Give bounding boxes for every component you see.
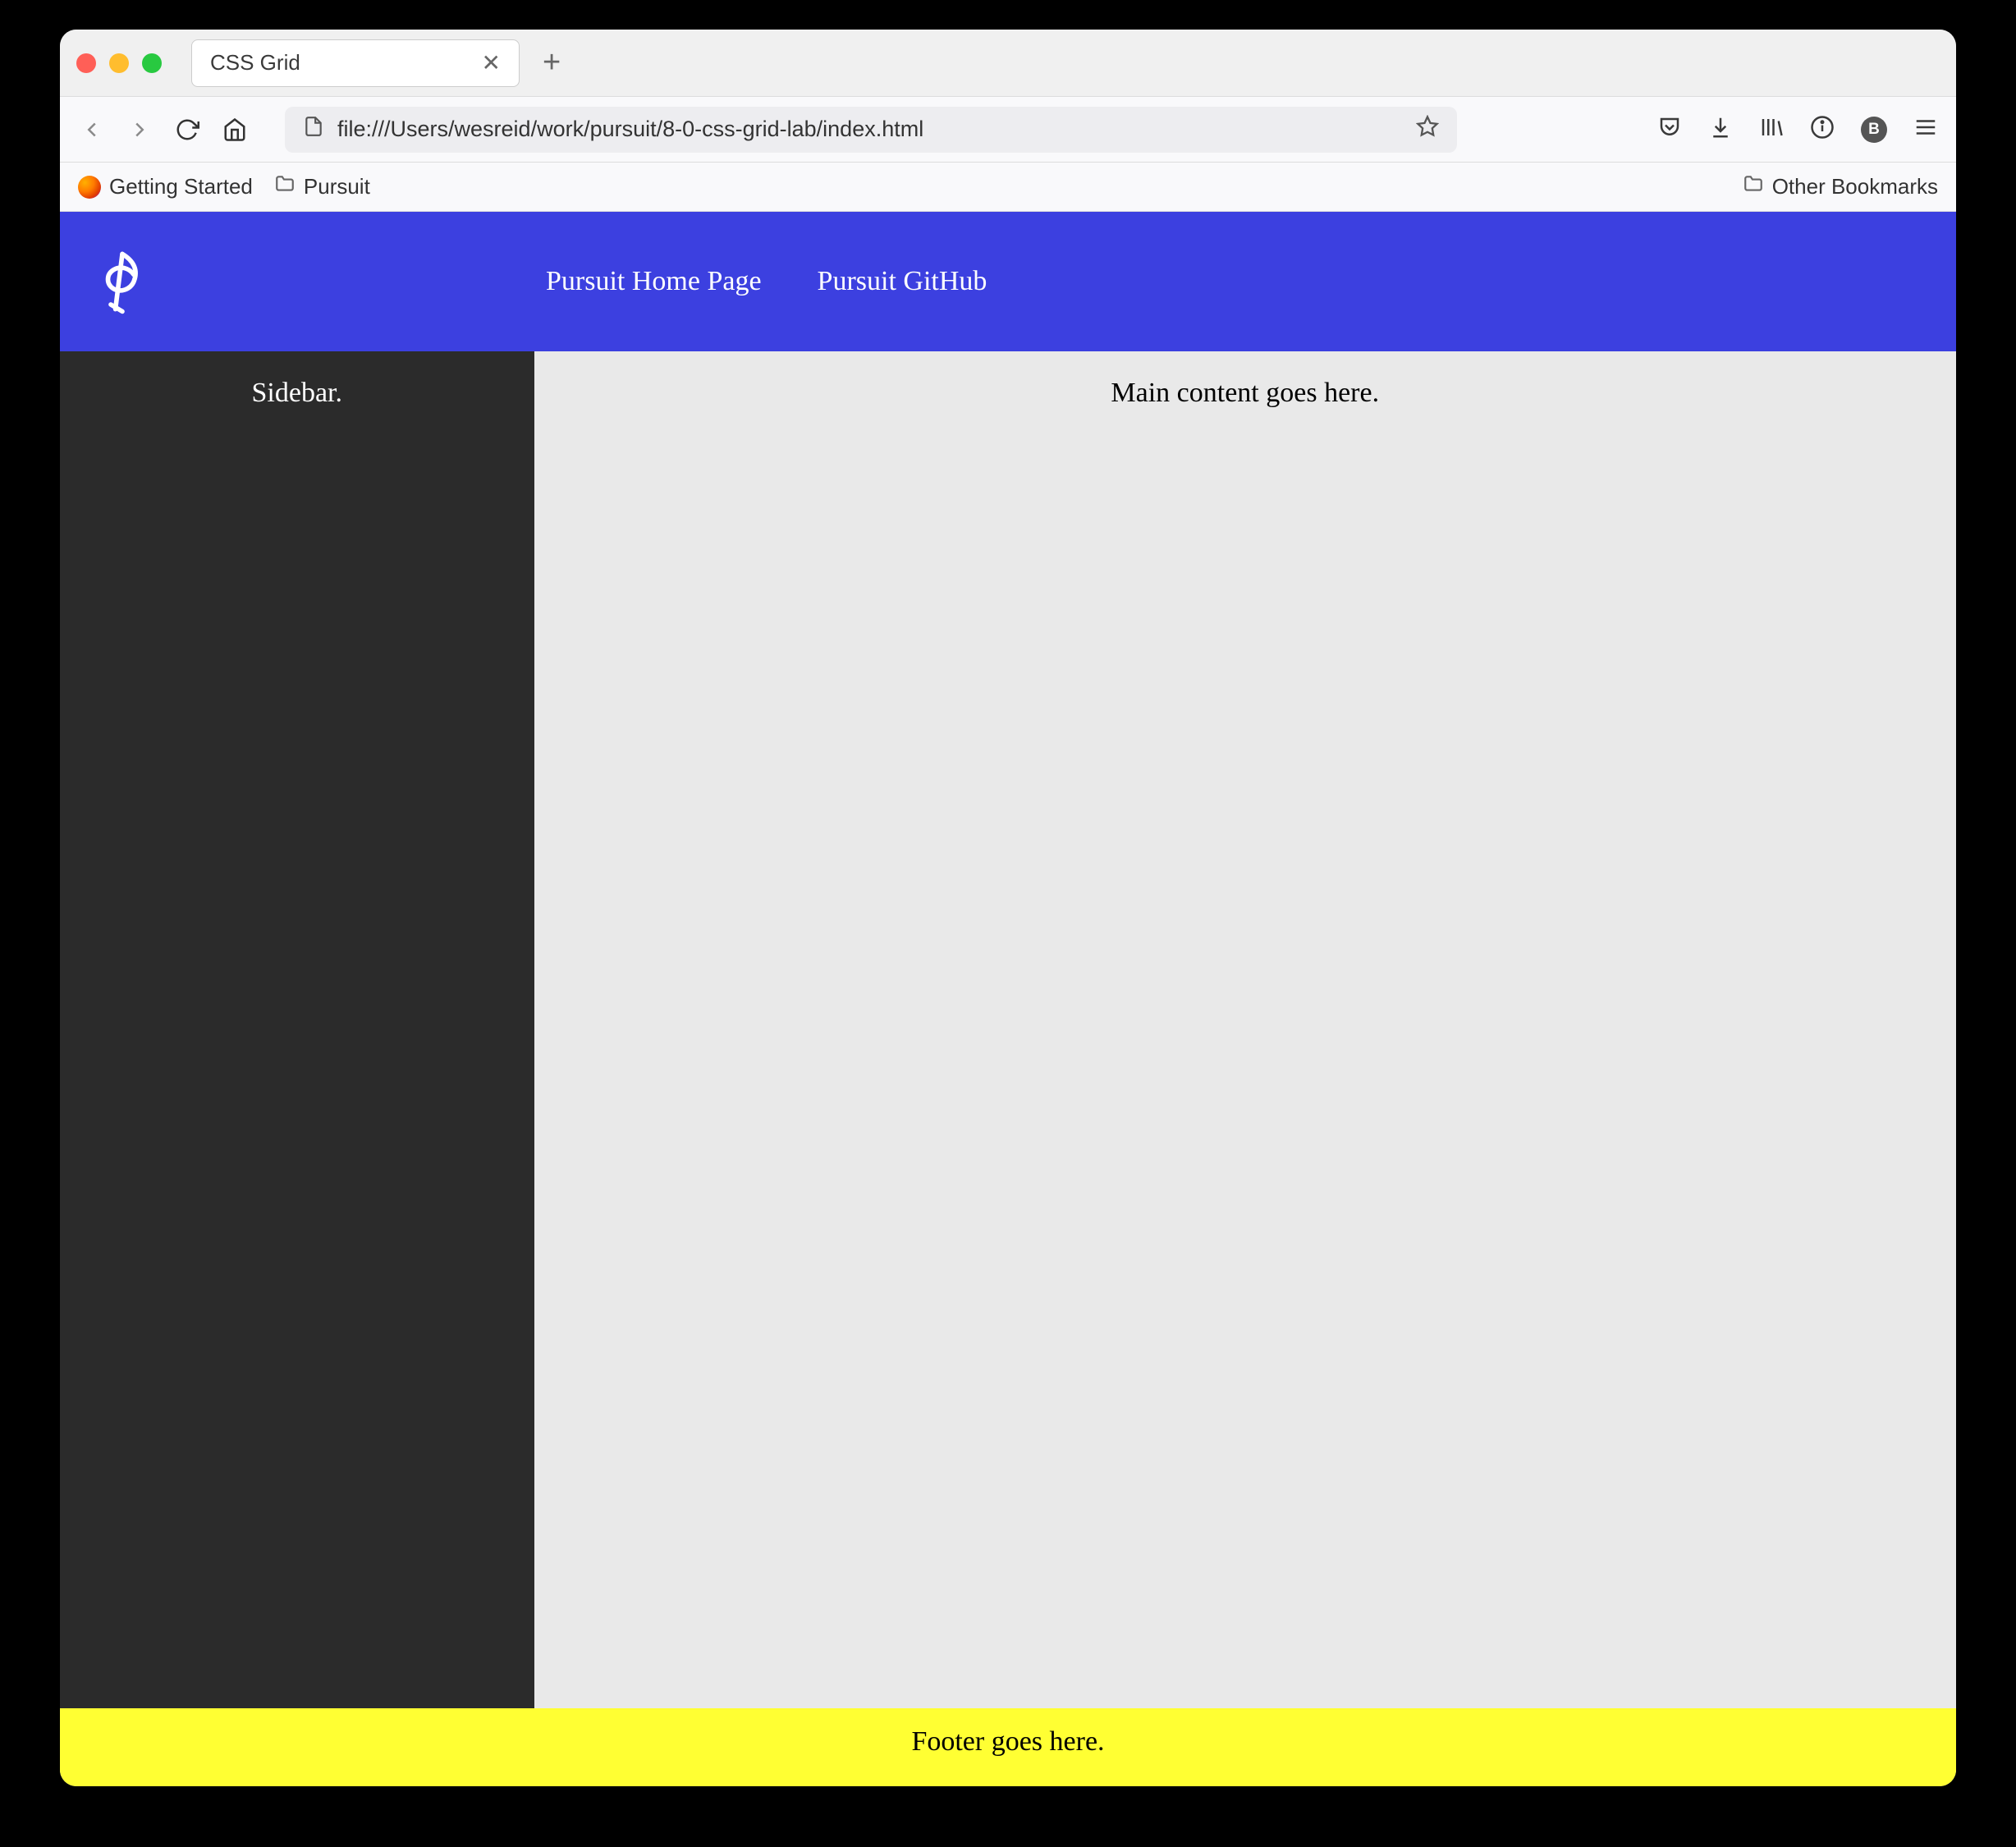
forward-button[interactable] (126, 116, 153, 144)
close-tab-icon[interactable]: ✕ (482, 49, 501, 76)
avatar-initial: B (1868, 121, 1880, 139)
bookmarks-bar: Getting Started Pursuit Other Bookmarks (60, 163, 1956, 212)
bookmark-label: Other Bookmarks (1772, 174, 1938, 199)
browser-tab[interactable]: CSS Grid ✕ (191, 39, 520, 87)
main-content: Main content goes here. (534, 351, 1957, 1708)
bookmark-getting-started[interactable]: Getting Started (78, 174, 253, 199)
page-header: Pursuit Home Page Pursuit GitHub (60, 212, 1956, 351)
firefox-icon (78, 176, 101, 199)
folder-icon (274, 173, 296, 200)
bookmark-pursuit[interactable]: Pursuit (274, 173, 370, 200)
menu-icon[interactable] (1913, 115, 1938, 144)
toolbar: file:///Users/wesreid/work/pursuit/8-0-c… (60, 97, 1956, 163)
url-text: file:///Users/wesreid/work/pursuit/8-0-c… (337, 117, 923, 142)
nav-home-link[interactable]: Pursuit Home Page (546, 266, 762, 297)
bookmark-label: Getting Started (109, 174, 253, 199)
url-bar[interactable]: file:///Users/wesreid/work/pursuit/8-0-c… (285, 107, 1457, 153)
bookmark-star-icon[interactable] (1416, 115, 1439, 144)
sidebar: Sidebar. (60, 351, 534, 1708)
window-minimize-button[interactable] (109, 53, 129, 73)
pursuit-logo-icon (99, 249, 145, 314)
bookmark-other[interactable]: Other Bookmarks (1743, 173, 1938, 200)
footer-text: Footer goes here. (911, 1726, 1104, 1757)
nav-github-link[interactable]: Pursuit GitHub (818, 266, 987, 297)
profile-avatar[interactable]: B (1861, 117, 1887, 143)
window-maximize-button[interactable] (142, 53, 162, 73)
window-controls (76, 53, 162, 73)
window-close-button[interactable] (76, 53, 96, 73)
rendered-page: Pursuit Home Page Pursuit GitHub Sidebar… (60, 212, 1956, 1786)
titlebar: CSS Grid ✕ + (60, 30, 1956, 97)
new-tab-button[interactable]: + (543, 45, 561, 80)
tab-title: CSS Grid (210, 50, 300, 76)
main-text: Main content goes here. (1111, 378, 1379, 408)
library-icon[interactable] (1759, 115, 1784, 144)
browser-window: CSS Grid ✕ + file:///Users/wesreid/work/… (60, 30, 1956, 1786)
toolbar-right: B (1657, 115, 1938, 144)
sidebar-text: Sidebar. (252, 378, 342, 408)
folder-icon (1743, 173, 1764, 200)
nav-links: Pursuit Home Page Pursuit GitHub (546, 266, 987, 297)
page-file-icon (303, 116, 324, 143)
reload-button[interactable] (173, 116, 201, 144)
bookmark-label: Pursuit (304, 174, 370, 199)
info-icon[interactable] (1810, 115, 1835, 144)
back-button[interactable] (78, 116, 106, 144)
pocket-icon[interactable] (1657, 115, 1682, 144)
home-button[interactable] (221, 116, 249, 144)
downloads-icon[interactable] (1708, 115, 1733, 144)
page-footer: Footer goes here. (60, 1708, 1956, 1786)
